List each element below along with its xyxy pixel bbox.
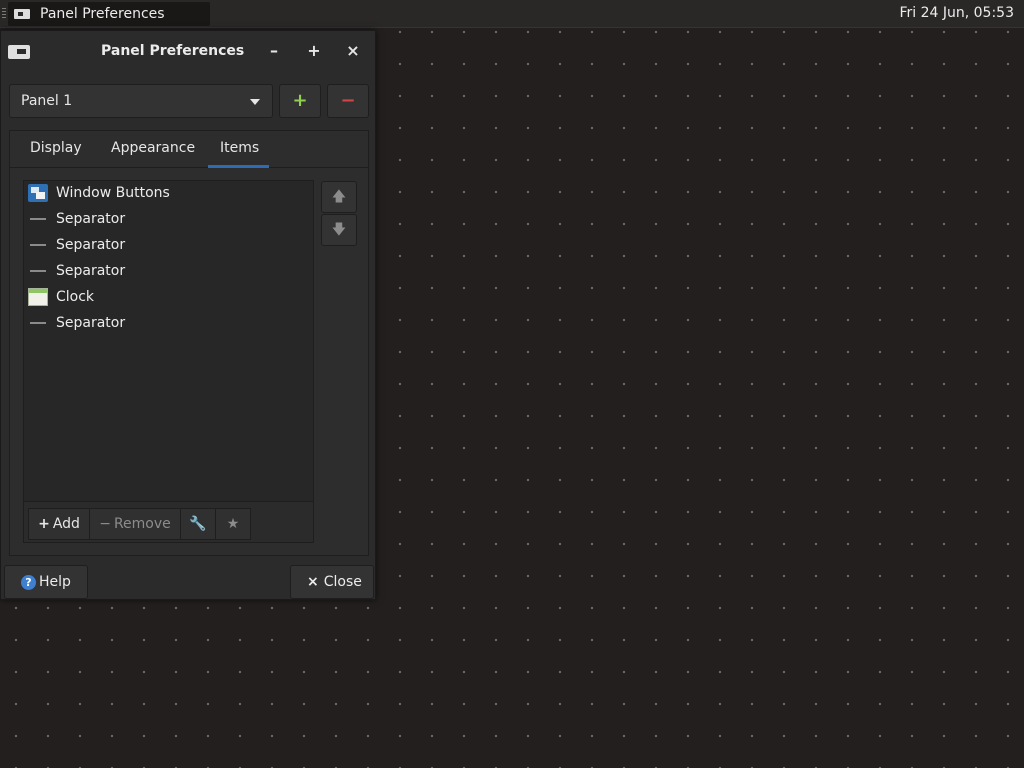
add-panel-button[interactable]: + (279, 84, 321, 118)
list-item-label: Separator (56, 237, 126, 253)
taskbar-window-label: Panel Preferences (40, 6, 165, 22)
close-window-button[interactable]: × (343, 41, 363, 61)
panel-select[interactable]: Panel 1 (9, 84, 273, 118)
help-label: Help (39, 574, 71, 590)
list-item-label: Window Buttons (56, 185, 170, 201)
help-button[interactable]: ? Help (4, 565, 88, 599)
add-item-button[interactable]: + Add (28, 508, 90, 540)
panel-clock[interactable]: Fri 24 Jun, 05:53 (899, 5, 1014, 21)
top-panel: Panel Preferences Fri 24 Jun, 05:53 (0, 0, 1024, 28)
arrow-up-icon: 🡅 (331, 189, 347, 205)
list-item-label: Separator (56, 211, 126, 227)
star-icon: ★ (226, 516, 240, 532)
panel-preferences-icon (8, 45, 30, 59)
tab-bar: Display Appearance Items (10, 131, 368, 168)
list-item[interactable]: Separator (28, 233, 125, 257)
window-buttons-icon (28, 184, 48, 202)
panel-handle[interactable] (2, 8, 6, 20)
items-list[interactable]: Window Buttons Separator Separator Separ… (23, 180, 314, 502)
move-up-button[interactable]: 🡅 (321, 181, 357, 213)
panel-preferences-dialog: Panel Preferences – + × Panel 1 + − Disp… (0, 30, 376, 600)
maximize-button[interactable]: + (304, 41, 324, 61)
list-item[interactable]: Clock (28, 285, 94, 309)
dialog-title: Panel Preferences (101, 43, 245, 59)
remove-panel-button[interactable]: − (327, 84, 369, 118)
separator-icon (28, 210, 48, 228)
panel-select-value: Panel 1 (21, 93, 73, 109)
remove-item-button[interactable]: − Remove (89, 508, 181, 540)
close-button[interactable]: × Close (290, 565, 374, 599)
list-item-label: Separator (56, 263, 126, 279)
preferences-notebook: Display Appearance Items Window Buttons … (9, 130, 369, 556)
move-down-button[interactable]: 🡇 (321, 214, 357, 246)
minimize-button[interactable]: – (264, 41, 284, 61)
separator-icon (28, 314, 48, 332)
plus-icon: + (38, 516, 50, 532)
active-tab-indicator (208, 165, 269, 168)
add-item-label: Add (52, 516, 80, 532)
wrench-icon: 🔧 (189, 516, 207, 532)
remove-item-label: Remove (113, 516, 171, 532)
list-item[interactable]: Separator (28, 259, 125, 283)
list-item[interactable]: Separator (28, 311, 125, 335)
minus-icon: − (99, 516, 111, 532)
help-icon: ? (21, 574, 36, 590)
tab-display[interactable]: Display (30, 140, 82, 156)
tab-items[interactable]: Items (220, 140, 259, 156)
clock-icon (28, 288, 48, 306)
dialog-titlebar[interactable]: Panel Preferences – + × (1, 31, 375, 71)
tab-appearance[interactable]: Appearance (111, 140, 195, 156)
separator-icon (28, 236, 48, 254)
list-item-label: Clock (56, 289, 95, 305)
taskbar-window-button[interactable]: Panel Preferences (8, 2, 210, 26)
close-label: Close (323, 574, 362, 590)
items-toolbar: + Add − Remove 🔧 ★ (23, 502, 314, 543)
separator-icon (28, 262, 48, 280)
arrow-down-icon: 🡇 (331, 222, 347, 238)
list-item-label: Separator (56, 315, 126, 331)
list-item[interactable]: Window Buttons (28, 181, 170, 205)
list-item[interactable]: Separator (28, 207, 125, 231)
window-app-icon (14, 9, 30, 19)
item-about-button[interactable]: ★ (215, 508, 251, 540)
item-settings-button[interactable]: 🔧 (180, 508, 216, 540)
close-icon: × (307, 574, 319, 590)
chevron-down-icon (250, 99, 260, 105)
